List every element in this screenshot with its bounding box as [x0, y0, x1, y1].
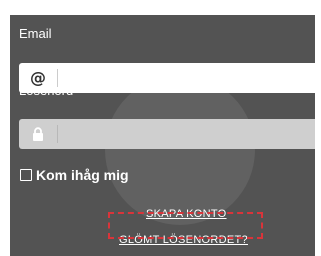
forgot-password-link[interactable]: GLÖMT LÖSENORDET? — [119, 234, 248, 246]
remember-me-option[interactable]: Kom ihåg mig — [20, 167, 129, 183]
lock-icon — [19, 119, 57, 149]
email-input[interactable] — [58, 64, 315, 92]
remember-me-checkbox[interactable] — [20, 169, 32, 181]
login-panel: Email @ Lösenord Kom ihåg mig SKAPA KONT… — [10, 15, 315, 256]
background-graphic — [105, 75, 255, 225]
password-label: Lösenord — [19, 83, 74, 98]
email-label: Email — [19, 26, 52, 41]
password-input[interactable] — [58, 120, 315, 148]
create-account-link[interactable]: SKAPA KONTO — [146, 208, 227, 220]
password-field-container — [19, 119, 315, 149]
remember-me-label: Kom ihåg mig — [36, 167, 129, 183]
